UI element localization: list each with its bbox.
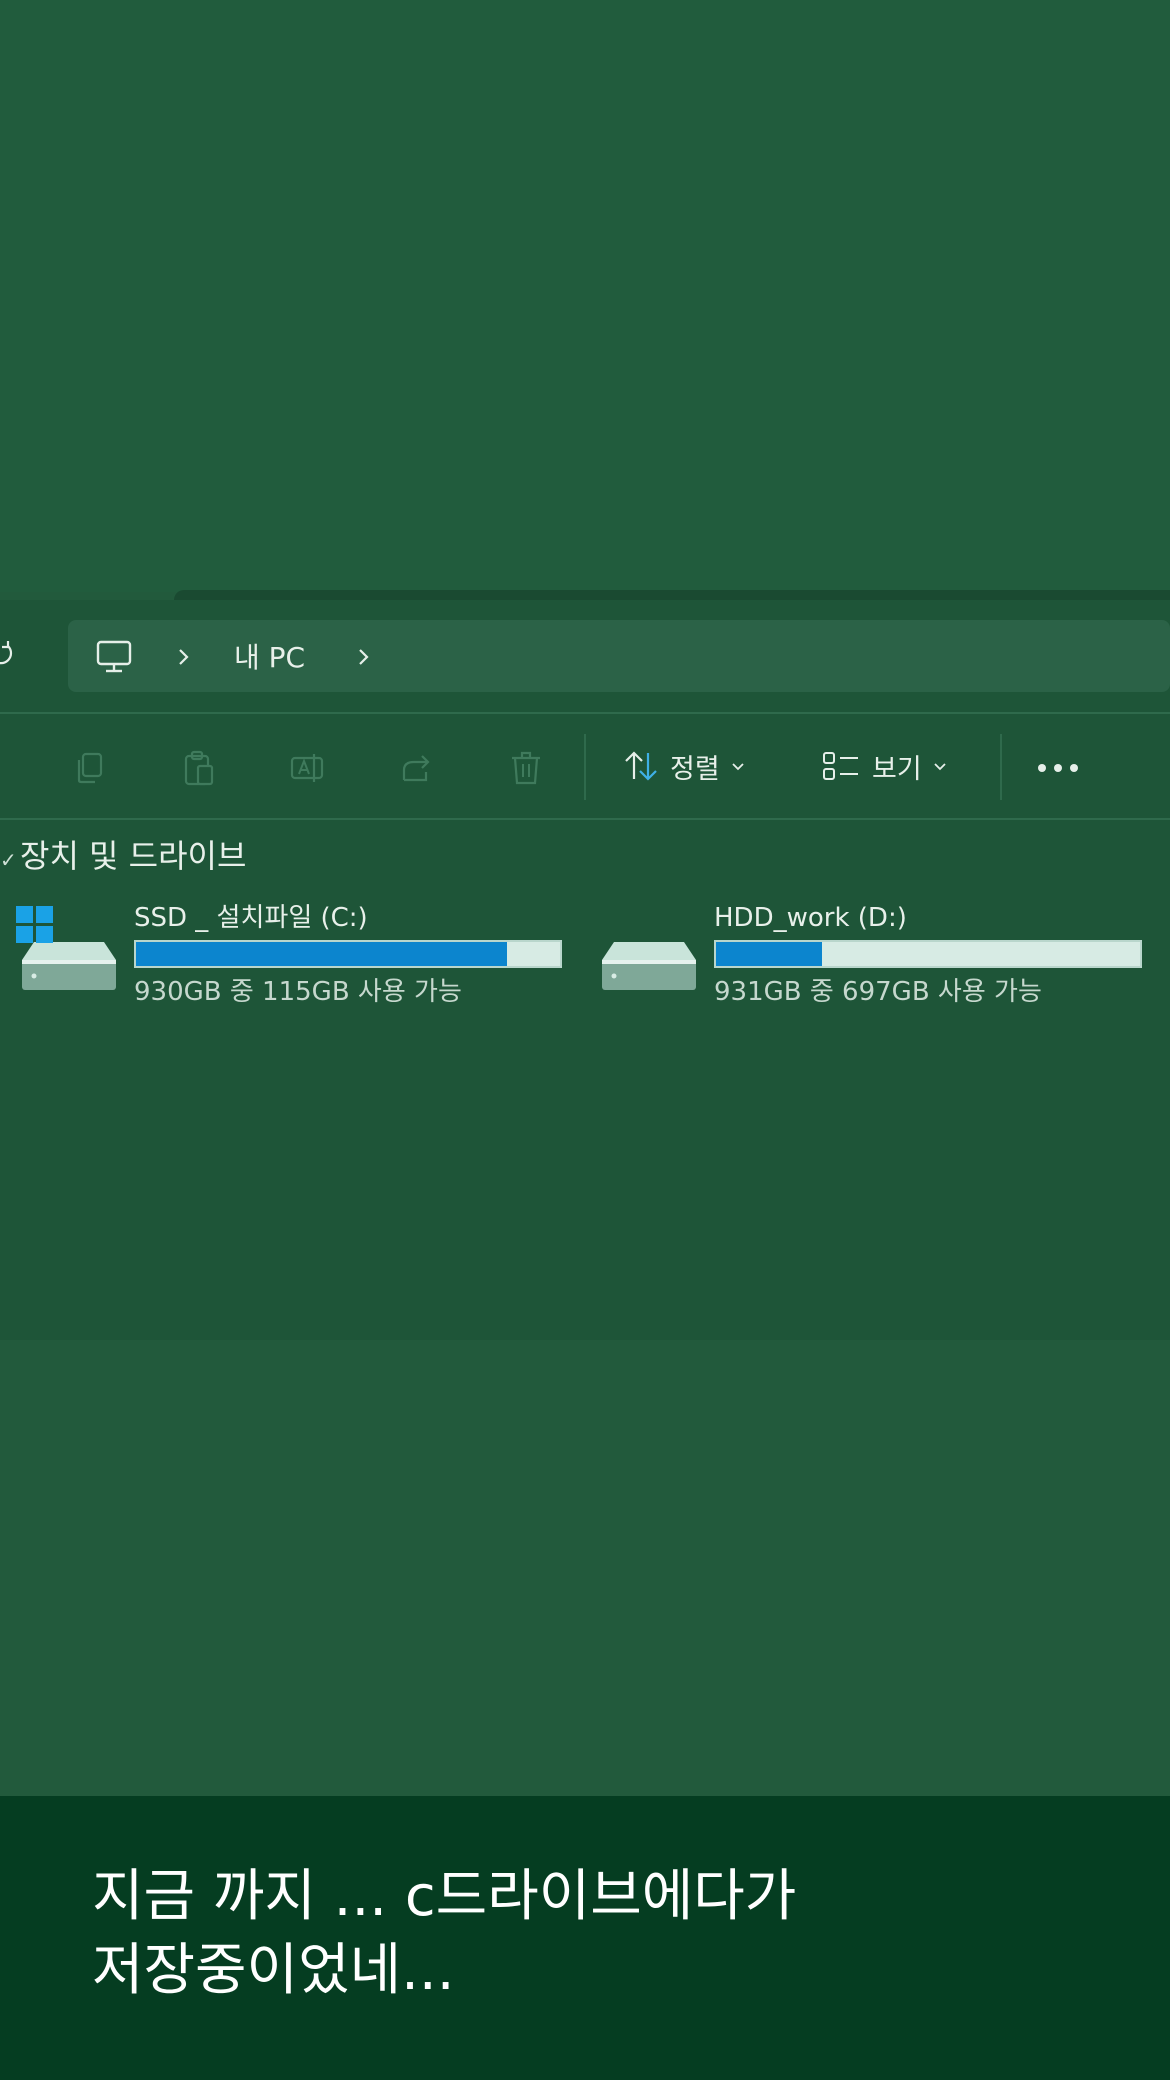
- rename-icon[interactable]: [288, 748, 328, 788]
- drive-usage-bar: [714, 940, 1142, 968]
- toolbar-divider: [584, 734, 586, 800]
- share-icon[interactable]: [398, 748, 438, 788]
- devices-section-header[interactable]: ✓ 장치 및 드라이브: [0, 834, 246, 878]
- section-title: 장치 및 드라이브: [20, 837, 247, 875]
- drive-name: HDD_work (D:): [714, 903, 907, 933]
- chevron-right-icon[interactable]: [352, 646, 374, 668]
- hard-drive-icon: [602, 942, 696, 990]
- windows-drive-icon: [16, 906, 116, 990]
- drive-item-d[interactable]: HDD_work (D:) 931GB 중 697GB 사용 가능: [596, 900, 1156, 1010]
- background-area: [0, 0, 1170, 592]
- caption-line: 저장중이었네...: [92, 1938, 455, 2003]
- drive-item-c[interactable]: SSD _ 설치파일 (C:) 930GB 중 115GB 사용 가능: [16, 900, 576, 1010]
- file-explorer-window: 내 PC 정렬 보기 ✓ 장치 및 드라이브 SSD _ 설치파일 (C:) 9…: [0, 600, 1170, 1340]
- sort-label: 정렬: [670, 753, 720, 785]
- more-options-icon[interactable]: [1036, 762, 1080, 774]
- caption-line: 지금 까지 ... c드라이브에다가: [92, 1864, 797, 1929]
- sort-icon: [625, 751, 657, 781]
- background-area: [0, 1340, 1170, 1796]
- delete-icon[interactable]: [506, 748, 546, 788]
- view-button[interactable]: 보기: [822, 744, 948, 788]
- breadcrumb-item-my-pc[interactable]: 내 PC: [234, 640, 305, 676]
- caption-text: 지금 까지 ... c드라이브에다가 저장중이었네...: [92, 1860, 1092, 2008]
- view-label: 보기: [872, 753, 922, 785]
- chevron-down-icon: [934, 763, 946, 771]
- chevron-down-icon: [732, 763, 744, 771]
- sort-button[interactable]: 정렬: [622, 744, 746, 788]
- refresh-icon[interactable]: [0, 638, 16, 668]
- chevron-down-icon: ✓: [0, 848, 17, 872]
- view-list-icon: [823, 752, 858, 780]
- drive-free-space: 931GB 중 697GB 사용 가능: [714, 977, 1042, 1007]
- divider: [0, 818, 1170, 820]
- chevron-right-icon[interactable]: [172, 646, 194, 668]
- copy-icon[interactable]: [70, 748, 110, 788]
- address-row: 내 PC: [0, 600, 1170, 712]
- drive-name: SSD _ 설치파일 (C:): [134, 903, 368, 933]
- monitor-icon: [96, 640, 132, 673]
- caption-bar: 지금 까지 ... c드라이브에다가 저장중이었네...: [0, 1796, 1170, 2080]
- address-bar[interactable]: 내 PC: [68, 620, 1170, 692]
- command-bar: 정렬 보기: [0, 714, 1170, 818]
- drive-usage-fill: [136, 942, 508, 966]
- drive-usage-bar: [134, 940, 562, 968]
- toolbar-divider: [1000, 734, 1002, 800]
- drive-usage-fill: [716, 942, 823, 966]
- drive-free-space: 930GB 중 115GB 사용 가능: [134, 977, 462, 1007]
- paste-icon[interactable]: [178, 748, 218, 788]
